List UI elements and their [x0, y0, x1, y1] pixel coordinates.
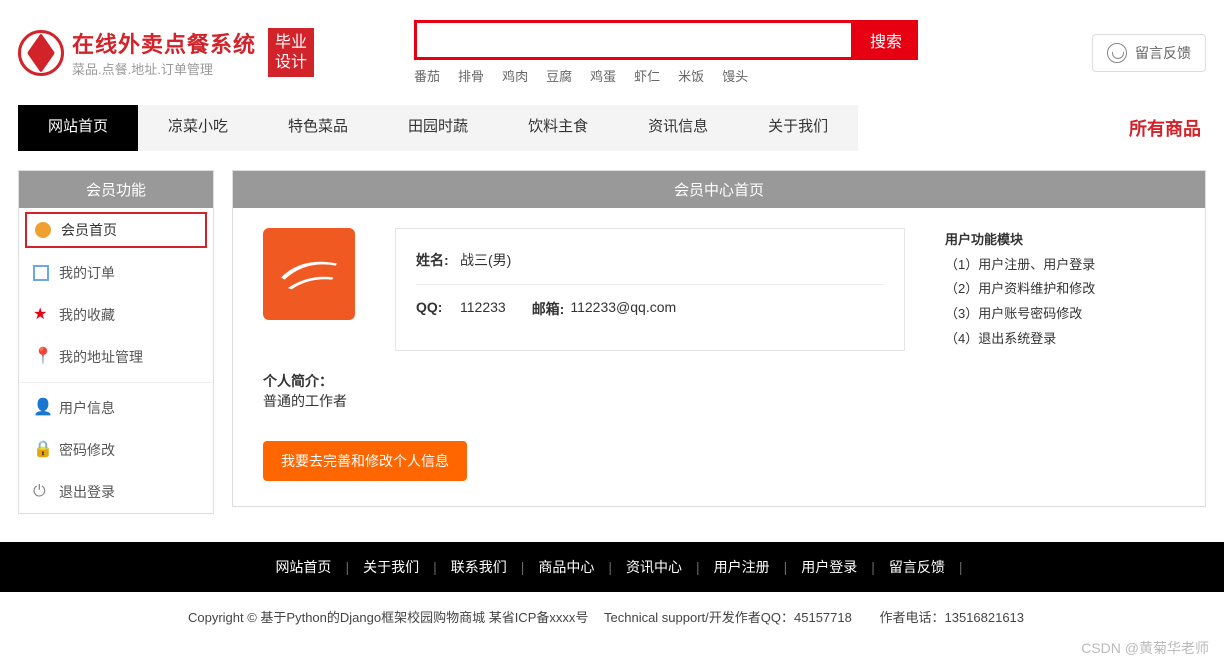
star-icon: ★ — [33, 307, 49, 323]
footer-link[interactable]: 用户注册 — [700, 559, 784, 575]
sidebar-item-star[interactable]: ★ 我的收藏 — [19, 294, 213, 336]
module-item: （2）用户资料维护和修改 — [945, 277, 1175, 302]
sidebar-item-exit[interactable]: ⏻ 退出登录 — [19, 471, 213, 513]
sidebar-item-lock[interactable]: 🔒 密码修改 — [19, 429, 213, 471]
sidebar-item-home[interactable]: 会员首页 — [25, 212, 207, 248]
sidebar-item-user[interactable]: 👤 用户信息 — [19, 387, 213, 429]
watermark: CSDN @黄菊华老师 — [1081, 638, 1209, 658]
sidebar-item-label: 我的地址管理 — [59, 347, 143, 367]
edit-profile-button[interactable]: 我要去完善和修改个人信息 — [263, 441, 467, 481]
bio-label: 个人简介： — [263, 373, 333, 389]
footer-link[interactable]: 留言反馈 — [875, 559, 959, 575]
nav-item[interactable]: 资讯信息 — [618, 105, 738, 151]
all-products-link[interactable]: 所有商品 — [1124, 105, 1206, 151]
sidebar-item-label: 会员首页 — [61, 220, 117, 240]
sidebar-item-label: 我的订单 — [59, 263, 115, 283]
email-label: 邮箱: — [532, 299, 565, 319]
module-item: （4）退出系统登录 — [945, 327, 1175, 352]
site-subtitle: 菜品.点餐.地址.订单管理 — [72, 59, 256, 78]
main-title: 会员中心首页 — [233, 171, 1205, 208]
order-icon — [33, 265, 49, 281]
site-title: 在线外卖点餐系统 — [72, 27, 256, 59]
hot-tag[interactable]: 虾仁 — [634, 69, 660, 84]
hot-tag[interactable]: 豆腐 — [546, 69, 572, 84]
user-icon: 👤 — [33, 400, 49, 416]
copyright: Copyright © 基于Python的Django框架校园购物商城 某省IC… — [188, 610, 588, 625]
hot-tag[interactable]: 番茄 — [414, 69, 440, 84]
exit-icon: ⏻ — [33, 484, 49, 500]
footer-link[interactable]: 资讯中心 — [612, 559, 696, 575]
lock-icon: 🔒 — [33, 442, 49, 458]
home-icon — [35, 222, 51, 238]
loc-icon: 📍 — [33, 349, 49, 365]
footer-link[interactable]: 关于我们 — [349, 559, 433, 575]
sidebar-item-label: 用户信息 — [59, 398, 115, 418]
sidebar-item-label: 密码修改 — [59, 440, 115, 460]
sidebar-item-loc[interactable]: 📍 我的地址管理 — [19, 336, 213, 378]
module-item: （3）用户账号密码修改 — [945, 302, 1175, 327]
sidebar-item-label: 我的收藏 — [59, 305, 115, 325]
qq-label: QQ: — [416, 299, 454, 319]
author-phone: 作者电话：13516821613 — [879, 610, 1024, 625]
nav-item[interactable]: 网站首页 — [18, 105, 138, 151]
search-button[interactable]: 搜索 — [854, 20, 918, 60]
nav-item[interactable]: 田园时蔬 — [378, 105, 498, 151]
name-value: 战三(男) — [460, 250, 511, 270]
tech-support: Technical support/开发作者QQ：45157718 — [604, 610, 852, 625]
hot-tag[interactable]: 鸡肉 — [502, 69, 528, 84]
badge: 毕业设计 — [268, 28, 314, 76]
nav-item[interactable]: 关于我们 — [738, 105, 858, 151]
sidebar-item-label: 退出登录 — [59, 482, 115, 502]
footer-link[interactable]: 用户登录 — [787, 559, 871, 575]
footer-link[interactable]: 联系我们 — [437, 559, 521, 575]
feedback-button[interactable]: 留言反馈 — [1092, 34, 1206, 72]
email-value: 112233@qq.com — [570, 299, 676, 319]
nav-item[interactable]: 特色菜品 — [258, 105, 378, 151]
bio-value: 普通的工作者 — [263, 393, 347, 409]
sidebar-title: 会员功能 — [19, 171, 213, 208]
avatar — [263, 228, 355, 320]
hot-tag[interactable]: 米饭 — [678, 69, 704, 84]
module-item: （1）用户注册、用户登录 — [945, 253, 1175, 278]
footer-link[interactable]: 网站首页 — [261, 559, 345, 575]
search-input[interactable] — [414, 20, 854, 60]
hot-tag[interactable]: 鸡蛋 — [590, 69, 616, 84]
sidebar-item-order[interactable]: 我的订单 — [19, 252, 213, 294]
name-label: 姓名: — [416, 250, 454, 270]
hot-tags: 番茄 排骨 鸡肉 豆腐 鸡蛋 虾仁 米饭 馒头 — [414, 66, 918, 85]
headset-icon — [1107, 43, 1127, 63]
hot-tag[interactable]: 馒头 — [722, 69, 748, 84]
nav-item[interactable]: 凉菜小吃 — [138, 105, 258, 151]
qq-value: 112233 — [460, 299, 506, 319]
footer-link[interactable]: 商品中心 — [524, 559, 608, 575]
hot-tag[interactable]: 排骨 — [458, 69, 484, 84]
module-title: 用户功能模块 — [945, 228, 1175, 253]
nav-item[interactable]: 饮料主食 — [498, 105, 618, 151]
logo-icon — [18, 30, 64, 76]
